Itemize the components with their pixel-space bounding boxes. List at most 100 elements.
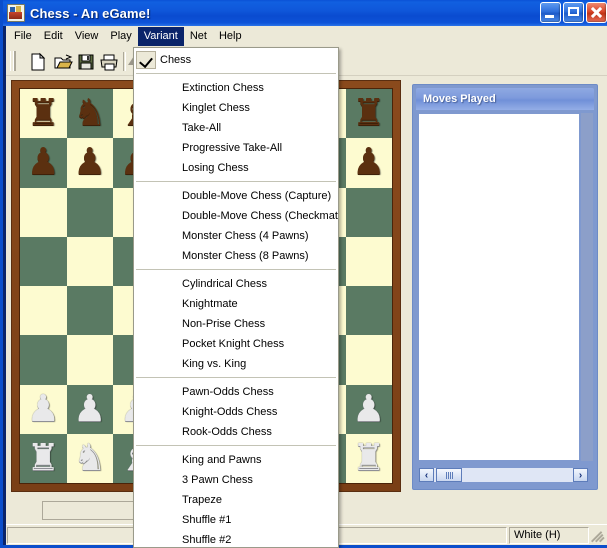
menu-icon-slot: [136, 531, 156, 548]
board-square[interactable]: ♜: [20, 89, 67, 138]
menu-item-label: 3 Pawn Chess: [156, 474, 253, 486]
menu-icon-slot: [136, 355, 156, 373]
menu-item-cylindrical-chess[interactable]: Cylindrical Chess: [134, 274, 338, 294]
moves-vertical-scrollbar[interactable]: [581, 113, 593, 461]
menu-net[interactable]: Net: [184, 27, 213, 46]
menu-item-label: Extinction Chess: [156, 82, 264, 94]
chess-piece[interactable]: ♟: [27, 390, 60, 427]
menu-item-progressive-take-all[interactable]: Progressive Take-All: [134, 138, 338, 158]
board-square[interactable]: ♟: [67, 385, 114, 434]
board-square[interactable]: ♞: [67, 89, 114, 138]
resize-grip[interactable]: [590, 527, 606, 543]
menu-item-trapeze[interactable]: Trapeze: [134, 490, 338, 510]
menu-view[interactable]: View: [69, 27, 105, 46]
title-bar[interactable]: Chess - An eGame!: [3, 0, 607, 26]
print-icon[interactable]: [99, 52, 119, 72]
menu-help[interactable]: Help: [213, 27, 248, 46]
moves-played-title: Moves Played: [423, 93, 496, 105]
chess-piece[interactable]: ♜: [27, 94, 60, 131]
menu-icon-slot: [136, 207, 156, 225]
menu-item-chess[interactable]: Chess: [134, 50, 338, 70]
menu-icon-slot: [136, 491, 156, 509]
menu-item-pawn-odds-chess[interactable]: Pawn-Odds Chess: [134, 382, 338, 402]
menu-item-knightmate[interactable]: Knightmate: [134, 294, 338, 314]
board-square[interactable]: ♟: [20, 138, 67, 187]
menu-variant[interactable]: Variant: [138, 27, 184, 46]
new-document-icon[interactable]: [28, 52, 48, 72]
board-square[interactable]: [20, 188, 67, 237]
scroll-right-button[interactable]: ›: [573, 468, 588, 482]
menu-item-extinction-chess[interactable]: Extinction Chess: [134, 78, 338, 98]
menu-item-label: Double-Move Chess (Capture): [156, 190, 331, 202]
menu-item-double-move-chess-checkmate[interactable]: Double-Move Chess (Checkmate): [134, 206, 338, 226]
board-square[interactable]: [20, 237, 67, 286]
board-square[interactable]: ♟: [346, 138, 393, 187]
menu-separator: [136, 445, 336, 447]
chess-piece[interactable]: ♟: [73, 143, 106, 180]
menu-item-rook-odds-chess[interactable]: Rook-Odds Chess: [134, 422, 338, 442]
menu-icon-slot: [136, 423, 156, 441]
menu-item-pocket-knight-chess[interactable]: Pocket Knight Chess: [134, 334, 338, 354]
board-square[interactable]: ♜: [20, 434, 67, 483]
board-square[interactable]: [67, 286, 114, 335]
chess-piece[interactable]: ♞: [73, 94, 106, 131]
menu-item-non-prise-chess[interactable]: Non-Prise Chess: [134, 314, 338, 334]
board-square[interactable]: [20, 335, 67, 384]
chess-piece[interactable]: ♟: [352, 390, 385, 427]
chess-piece[interactable]: ♜: [352, 439, 385, 476]
toolbar-grip[interactable]: [10, 51, 15, 71]
menu-item-king-and-pawns[interactable]: King and Pawns: [134, 450, 338, 470]
close-button[interactable]: [586, 2, 607, 23]
board-square[interactable]: [67, 188, 114, 237]
menu-item-king-vs-king[interactable]: King vs. King: [134, 354, 338, 374]
board-square[interactable]: ♟: [20, 385, 67, 434]
board-square[interactable]: ♜: [346, 434, 393, 483]
checkmark-icon: [136, 51, 156, 69]
board-square[interactable]: [67, 335, 114, 384]
moves-horizontal-scrollbar[interactable]: ‹ ›: [418, 467, 589, 483]
menu-item-knight-odds-chess[interactable]: Knight-Odds Chess: [134, 402, 338, 422]
menu-item-kinglet-chess[interactable]: Kinglet Chess: [134, 98, 338, 118]
scroll-left-button[interactable]: ‹: [419, 468, 434, 482]
board-square[interactable]: ♞: [67, 434, 114, 483]
menu-item-label: King vs. King: [156, 358, 246, 370]
board-square[interactable]: ♟: [346, 385, 393, 434]
board-square[interactable]: [346, 237, 393, 286]
chess-piece[interactable]: ♟: [27, 143, 60, 180]
menu-item-monster-chess-4-pawns[interactable]: Monster Chess (4 Pawns): [134, 226, 338, 246]
board-square[interactable]: [20, 286, 67, 335]
menu-item-losing-chess[interactable]: Losing Chess: [134, 158, 338, 178]
menu-item-double-move-chess-capture[interactable]: Double-Move Chess (Capture): [134, 186, 338, 206]
board-square[interactable]: ♜: [346, 89, 393, 138]
menu-edit[interactable]: Edit: [38, 27, 69, 46]
board-square[interactable]: ♟: [67, 138, 114, 187]
menu-item-monster-chess-8-pawns[interactable]: Monster Chess (8 Pawns): [134, 246, 338, 266]
scroll-thumb[interactable]: [436, 468, 462, 482]
chess-piece[interactable]: ♜: [352, 94, 385, 131]
menu-item-take-all[interactable]: Take-All: [134, 118, 338, 138]
menu-icon-slot: [136, 99, 156, 117]
menu-item-shuffle-1[interactable]: Shuffle #1: [134, 510, 338, 530]
board-square[interactable]: [346, 335, 393, 384]
board-square[interactable]: [67, 237, 114, 286]
menu-play[interactable]: Play: [104, 27, 137, 46]
menu-item-3-pawn-chess[interactable]: 3 Pawn Chess: [134, 470, 338, 490]
save-disk-icon[interactable]: [76, 52, 96, 72]
board-square[interactable]: [346, 286, 393, 335]
maximize-button[interactable]: [563, 2, 584, 23]
open-folder-icon[interactable]: [53, 52, 73, 72]
chess-piece[interactable]: ♜: [27, 439, 60, 476]
board-square[interactable]: [346, 188, 393, 237]
minimize-button[interactable]: [540, 2, 561, 23]
menu-bar: File Edit View Play Variant Net Help: [6, 26, 607, 47]
chess-piece[interactable]: ♞: [73, 439, 106, 476]
chess-piece[interactable]: ♟: [73, 390, 106, 427]
chess-piece[interactable]: ♟: [352, 143, 385, 180]
moves-played-list[interactable]: [418, 113, 580, 461]
menu-icon-slot: [136, 79, 156, 97]
menu-item-shuffle-2[interactable]: Shuffle #2: [134, 530, 338, 548]
menu-icon-slot: [136, 511, 156, 529]
menu-item-label: Pawn-Odds Chess: [156, 386, 274, 398]
menu-file[interactable]: File: [8, 27, 38, 46]
scroll-track[interactable]: [462, 468, 573, 482]
